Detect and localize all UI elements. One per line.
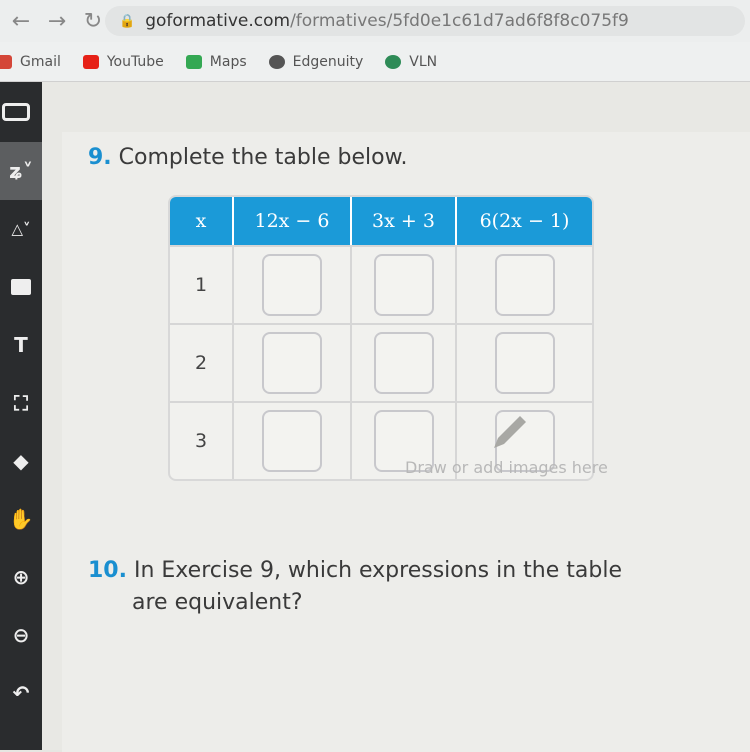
table-row: 2 (170, 323, 592, 401)
answer-box[interactable] (262, 410, 322, 472)
pencil-icon (494, 416, 526, 448)
header-3x+3: 3x + 3 (352, 197, 457, 245)
pen-tool-icon[interactable]: ʑ˅ (0, 142, 42, 200)
x-value: 2 (170, 323, 234, 401)
lock-icon: 🔒 (119, 13, 136, 29)
image-tool-icon[interactable] (0, 258, 42, 316)
table-row: 1 (170, 245, 592, 323)
header-6(2x-1): 6(2x − 1) (457, 197, 592, 245)
answer-box[interactable] (373, 254, 434, 316)
vln-icon (385, 54, 402, 69)
menu-icon[interactable] (0, 82, 42, 142)
question-9: 9. Complete the table below. (88, 145, 408, 170)
select-tool-icon[interactable]: ⛶ (0, 374, 42, 432)
browser-toolbar: ← → ↻ 🔒 goformative.com/formatives/5fd0e… (0, 0, 750, 42)
answer-box[interactable] (494, 254, 555, 316)
gmail-icon (0, 54, 12, 69)
drawing-toolbar: ʑ˅ △˅ T ⛶ ◆ ✋ ⊕ ⊖ ↶ (0, 82, 42, 750)
globe-icon (268, 54, 285, 69)
youtube-icon (82, 54, 99, 69)
header-12x-6: 12x − 6 (234, 197, 352, 245)
x-value: 3 (170, 401, 234, 479)
answer-box[interactable] (494, 332, 555, 394)
answer-box[interactable] (262, 254, 322, 316)
zoom-in-icon[interactable]: ⊕ (0, 548, 42, 606)
question-10: 10. In Exercise 9, which expressions in … (88, 558, 623, 615)
bookmarks-bar: Gmail YouTube Maps Edgenuity VLN (0, 42, 750, 82)
bookmark-vln[interactable]: VLN (385, 54, 437, 70)
draw-hint: Draw or add images here (405, 458, 608, 477)
bookmark-youtube[interactable]: YouTube (82, 54, 164, 70)
eraser-tool-icon[interactable]: ◆ (0, 432, 42, 490)
back-icon[interactable]: ← (6, 9, 36, 34)
forward-icon[interactable]: → (42, 9, 72, 34)
maps-icon (185, 54, 202, 69)
shapes-tool-icon[interactable]: △˅ (0, 200, 42, 258)
bookmark-maps[interactable]: Maps (185, 54, 247, 70)
answer-box[interactable] (262, 332, 322, 394)
address-bar[interactable]: 🔒 goformative.com/formatives/5fd0e1c61d7… (105, 6, 745, 36)
undo-icon[interactable]: ↶ (0, 664, 42, 722)
bookmark-edgenuity[interactable]: Edgenuity (268, 54, 363, 70)
bookmark-gmail[interactable]: Gmail (0, 54, 61, 70)
x-value: 1 (170, 245, 234, 323)
zoom-out-icon[interactable]: ⊖ (0, 606, 42, 664)
answer-box[interactable] (373, 332, 434, 394)
reload-icon[interactable]: ↻ (78, 9, 108, 34)
header-x: x (170, 197, 234, 245)
text-tool-icon[interactable]: T (0, 316, 42, 374)
hand-tool-icon[interactable]: ✋ (0, 490, 42, 548)
